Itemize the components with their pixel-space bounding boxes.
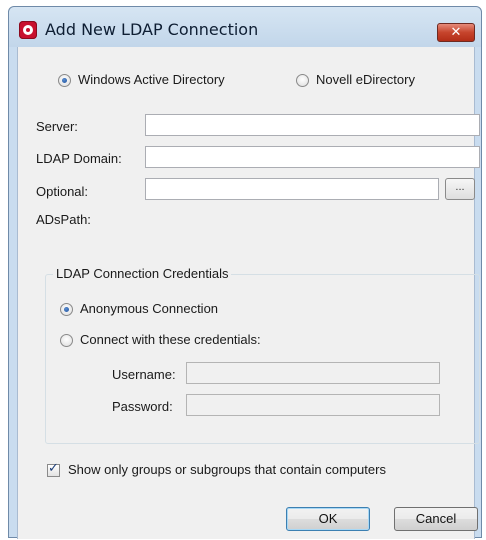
- ldap-domain-input[interactable]: [145, 146, 480, 168]
- server-input[interactable]: [145, 114, 480, 136]
- username-label: Username:: [112, 367, 176, 382]
- ok-button[interactable]: OK: [286, 507, 370, 531]
- title-bar[interactable]: Add New LDAP Connection ✕: [9, 7, 481, 47]
- radio-novell-edirectory[interactable]: [296, 74, 309, 87]
- credentials-groupbox: [45, 274, 480, 444]
- show-only-computer-groups-checkbox[interactable]: [47, 461, 60, 477]
- server-label: Server:: [36, 119, 78, 134]
- radio-windows-active-directory[interactable]: [58, 74, 71, 87]
- password-label: Password:: [112, 399, 173, 414]
- window-title: Add New LDAP Connection: [45, 20, 259, 39]
- cancel-button[interactable]: Cancel: [394, 507, 478, 531]
- radio-novell-edirectory-label: Novell eDirectory: [316, 72, 415, 87]
- radio-connect-with-credentials-label: Connect with these credentials:: [80, 332, 261, 347]
- credentials-group-title: LDAP Connection Credentials: [53, 266, 232, 281]
- optional-label: Optional:: [36, 184, 89, 199]
- adspath-label: ADsPath:: [36, 212, 91, 227]
- radio-anonymous-connection[interactable]: [60, 303, 73, 316]
- dialog-body: Windows Active Directory Novell eDirecto…: [17, 47, 480, 539]
- show-only-computer-groups-label: Show only groups or subgroups that conta…: [68, 462, 386, 477]
- radio-windows-active-directory-label: Windows Active Directory: [78, 72, 225, 87]
- radio-connect-with-credentials[interactable]: [60, 334, 73, 347]
- ldap-domain-label: LDAP Domain:: [36, 151, 122, 166]
- browse-button[interactable]: ...: [445, 178, 475, 200]
- dialog-window: Add New LDAP Connection ✕ Windows Active…: [8, 6, 482, 539]
- close-button[interactable]: ✕: [437, 23, 475, 42]
- username-input[interactable]: [186, 362, 440, 384]
- ldap-app-icon: [19, 21, 37, 39]
- adspath-input[interactable]: [145, 178, 439, 200]
- radio-anonymous-connection-label: Anonymous Connection: [80, 301, 219, 316]
- password-input[interactable]: [186, 394, 440, 416]
